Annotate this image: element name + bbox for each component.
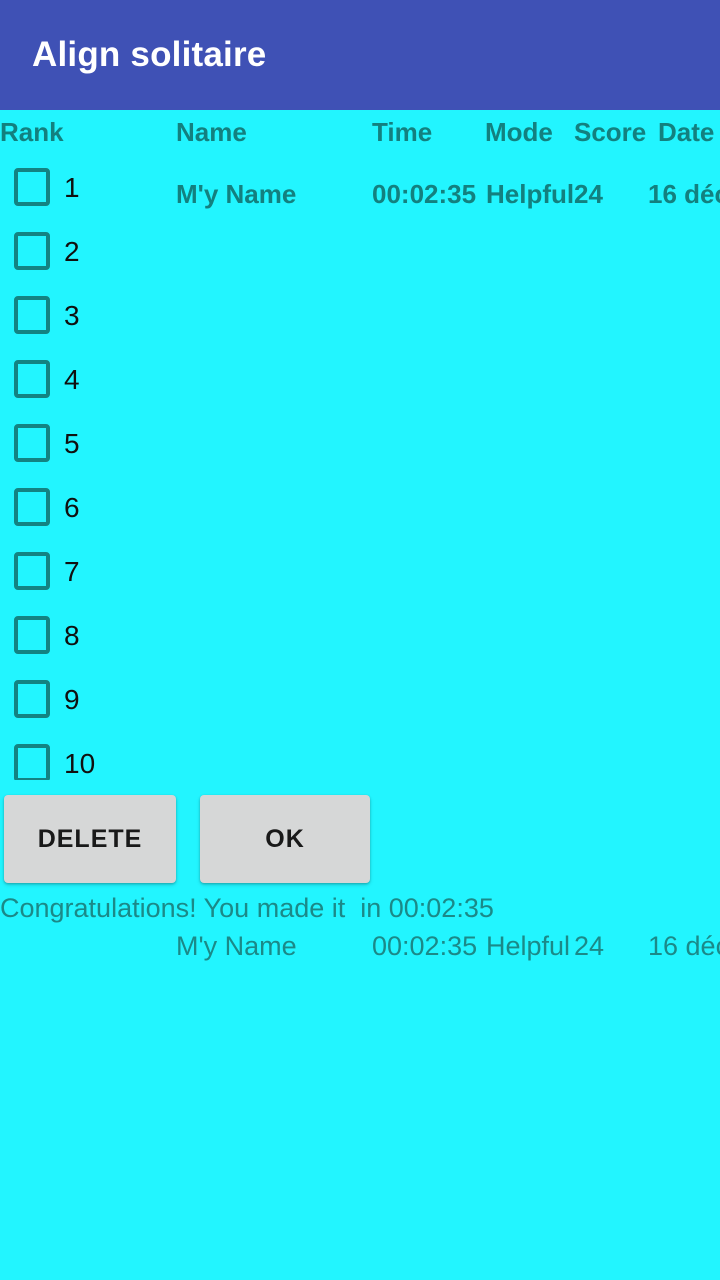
column-header-mode: Mode	[485, 117, 553, 147]
congratulations-message: Congratulations! You made it in 00:02:35	[0, 893, 494, 923]
rank-number: 9	[64, 684, 80, 715]
checkbox-icon[interactable]	[14, 360, 50, 398]
column-header-rank: Rank	[0, 117, 64, 147]
checkbox-icon[interactable]	[14, 616, 50, 654]
checkbox-icon[interactable]	[14, 424, 50, 462]
checkbox-icon[interactable]	[14, 232, 50, 270]
app-screen: Align solitaire Rank Name Time Mode Scor…	[0, 0, 720, 1280]
rank-number: 10	[64, 748, 96, 779]
footer-cell-time: 00:02:35	[372, 931, 478, 961]
button-bar: DELETE OK	[0, 792, 720, 888]
column-header-name: Name	[176, 117, 247, 147]
table-row[interactable]: 5	[0, 416, 160, 472]
app-title: Align solitaire	[32, 35, 267, 74]
cell-date: 16 déc	[648, 179, 720, 209]
table-row[interactable]: 1	[0, 160, 160, 216]
cell-time: 00:02:35	[372, 179, 477, 209]
ok-button[interactable]: OK	[200, 795, 370, 883]
footer-cell-name: M'y Name	[176, 931, 297, 961]
cell-score: 24	[574, 179, 603, 209]
table-row[interactable]: 7	[0, 544, 160, 600]
footer-area: Congratulations! You made it in 00:02:35…	[0, 888, 720, 988]
rank-number: 6	[64, 492, 80, 523]
rank-number: 1	[64, 172, 80, 203]
rank-number: 7	[64, 556, 80, 587]
rank-number: 5	[64, 428, 80, 459]
checkbox-icon[interactable]	[14, 488, 50, 526]
table-row[interactable]: 4	[0, 352, 160, 408]
cell-mode: Helpful	[486, 179, 575, 209]
scores-table: Rank Name Time Mode Score Date M'y Name …	[0, 110, 720, 780]
table-row[interactable]: 6	[0, 480, 160, 536]
cell-name: M'y Name	[176, 179, 297, 209]
rank-number: 4	[64, 364, 80, 395]
checkbox-icon[interactable]	[14, 744, 50, 780]
table-row[interactable]: 8	[0, 608, 160, 664]
column-header-score: Score	[574, 117, 647, 147]
column-header-time: Time	[372, 117, 433, 147]
checkbox-icon[interactable]	[14, 296, 50, 334]
footer-cell-date: 16 déc	[648, 931, 720, 961]
app-bar: Align solitaire	[0, 0, 720, 110]
rank-number: 3	[64, 300, 80, 331]
rank-number: 8	[64, 620, 80, 651]
checkbox-icon[interactable]	[14, 552, 50, 590]
rank-number: 2	[64, 236, 80, 267]
footer-cell-mode: Helpful	[486, 931, 571, 961]
table-row[interactable]: 3	[0, 288, 160, 344]
checkbox-icon[interactable]	[14, 680, 50, 718]
table-row[interactable]: 10	[0, 736, 160, 780]
column-header-date: Date	[658, 117, 715, 147]
checkbox-icon[interactable]	[14, 168, 50, 206]
footer-cell-score: 24	[574, 931, 605, 961]
footer-entry-row: M'y Name 00:02:35 Helpful 24 16 déc	[0, 926, 720, 966]
table-row[interactable]: 9	[0, 672, 160, 728]
table-row[interactable]: 2	[0, 224, 160, 280]
table-header-row: Rank Name Time Mode Score Date	[0, 112, 720, 152]
delete-button[interactable]: DELETE	[4, 795, 176, 883]
